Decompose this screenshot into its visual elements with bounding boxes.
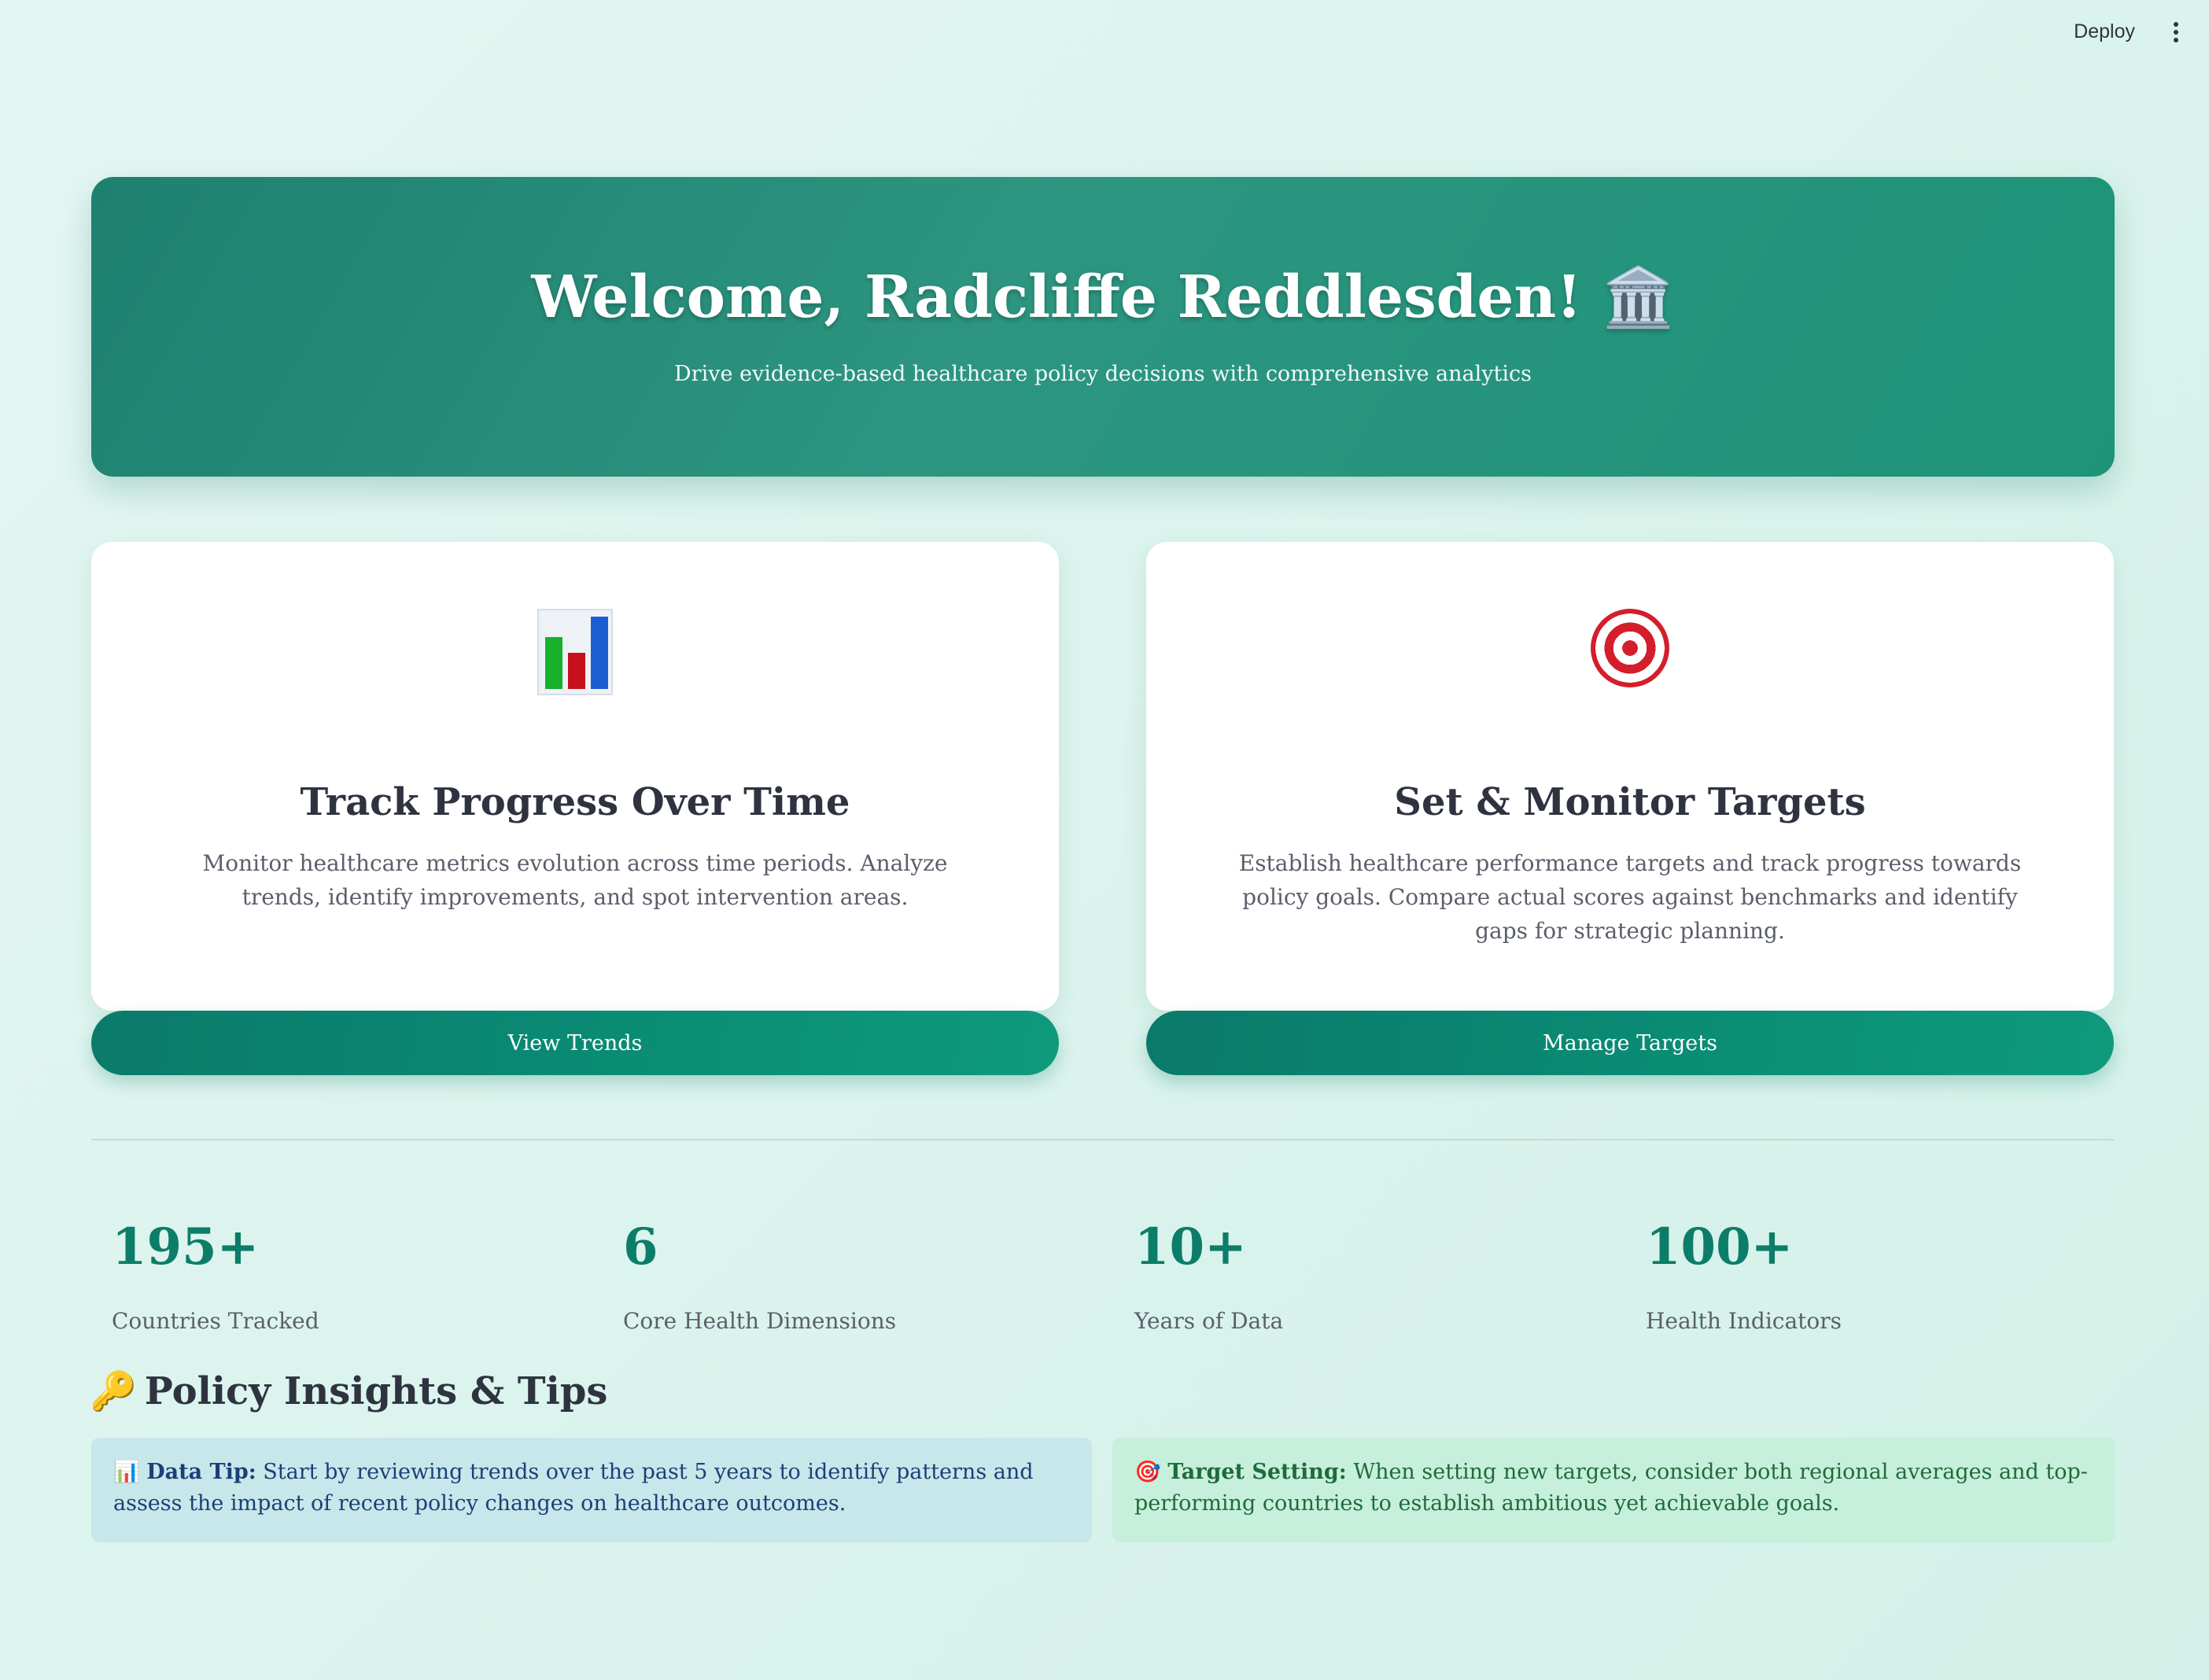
- targets-card-title: Set & Monitor Targets: [1394, 780, 1866, 824]
- targets-card-description: Establish healthcare performance targets…: [1238, 850, 2022, 944]
- stat-value: 6: [623, 1218, 658, 1277]
- trends-card-description: Monitor healthcare metrics evolution acr…: [202, 850, 948, 910]
- trends-card: Track Progress Over Time Monitor healthc…: [91, 542, 1059, 1011]
- bar-chart-icon: [91, 609, 1059, 709]
- stat-value: 10+: [1134, 1218, 1247, 1277]
- tip-heading: Target Setting:: [1167, 1460, 1347, 1484]
- insights-title: Policy Insights & Tips: [144, 1369, 608, 1413]
- trends-card-title: Track Progress Over Time: [300, 780, 850, 824]
- stat-label: Core Health Dimensions: [623, 1307, 897, 1334]
- bar-chart-icon: 📊: [113, 1460, 140, 1484]
- stat-years: 10+ Years of Data: [1134, 1218, 1283, 1334]
- deploy-button[interactable]: Deploy: [2067, 17, 2141, 46]
- welcome-subtitle: Drive evidence-based healthcare policy d…: [674, 362, 1532, 386]
- section-divider: [91, 1139, 2115, 1140]
- key-icon: 🔑: [90, 1369, 137, 1413]
- stat-countries: 195+ Countries Tracked: [112, 1218, 319, 1334]
- stat-dimensions: 6 Core Health Dimensions: [623, 1218, 896, 1334]
- main-menu-icon[interactable]: [2168, 19, 2184, 46]
- stat-label: Countries Tracked: [112, 1307, 319, 1334]
- data-tip-box: 📊 Data Tip: Start by reviewing trends ov…: [91, 1438, 1092, 1542]
- view-trends-button[interactable]: View Trends: [91, 1011, 1059, 1075]
- stat-value: 100+: [1646, 1218, 1794, 1277]
- target-icon: [1146, 609, 2114, 701]
- manage-targets-button[interactable]: Manage Targets: [1146, 1011, 2114, 1075]
- stat-indicators: 100+ Health Indicators: [1646, 1218, 1842, 1334]
- tip-heading: Data Tip:: [146, 1460, 256, 1484]
- stat-value: 195+: [112, 1218, 260, 1277]
- welcome-title: Welcome, Radcliffe Reddlesden! 🏛️: [531, 263, 1675, 331]
- target-icon: 🎯: [1134, 1460, 1161, 1484]
- targets-card: Set & Monitor Targets Establish healthca…: [1146, 542, 2114, 1011]
- welcome-banner: Welcome, Radcliffe Reddlesden! 🏛️ Drive …: [91, 177, 2115, 477]
- target-tip-box: 🎯 Target Setting: When setting new targe…: [1112, 1438, 2115, 1542]
- stat-label: Years of Data: [1134, 1307, 1284, 1334]
- stat-label: Health Indicators: [1646, 1307, 1842, 1334]
- insights-heading: 🔑 Policy Insights & Tips: [90, 1369, 608, 1414]
- app-toolbar: Deploy: [0, 0, 2209, 66]
